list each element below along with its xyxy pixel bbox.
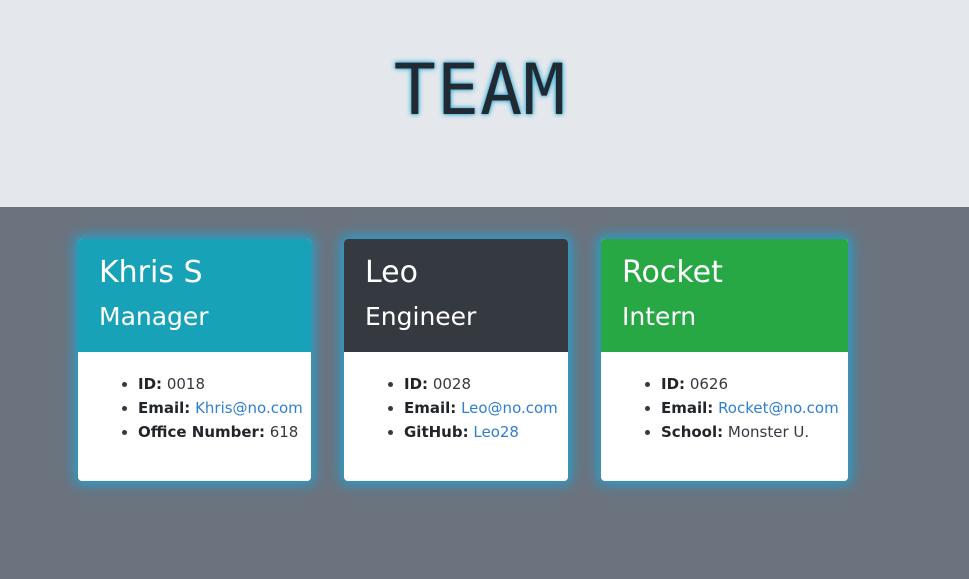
employee-card-engineer: Leo Engineer ID: 0028 Email: Leo@no.com …: [344, 239, 568, 481]
field-label: ID:: [661, 375, 686, 393]
field-label: ID:: [138, 375, 163, 393]
employee-details-list: ID: 0028 Email: Leo@no.com GitHub: Leo28: [344, 372, 568, 444]
page: TEAM Khris S Manager ID: 0018 Email: Khr…: [0, 0, 969, 579]
list-item-school: School: Monster U.: [661, 420, 848, 444]
card-body: ID: 0018 Email: Khris@no.com Office Numb…: [78, 352, 311, 444]
list-item-id: ID: 0626: [661, 372, 848, 396]
github-link[interactable]: Leo28: [473, 423, 519, 441]
field-value: 0626: [689, 375, 728, 393]
email-link[interactable]: Leo@no.com: [461, 399, 558, 417]
employee-name: Rocket: [622, 255, 723, 290]
email-link[interactable]: Khris@no.com: [195, 399, 303, 417]
list-item-email: Email: Khris@no.com: [138, 396, 311, 420]
card-body: ID: 0626 Email: Rocket@no.com School: Mo…: [601, 352, 848, 444]
card-header: Khris S Manager: [78, 239, 311, 352]
field-label: GitHub:: [404, 423, 469, 441]
email-link[interactable]: Rocket@no.com: [718, 399, 839, 417]
employee-role: Engineer: [365, 302, 477, 331]
field-label: Email:: [138, 399, 191, 417]
page-title: TEAM: [393, 49, 567, 131]
field-value: 0018: [166, 375, 205, 393]
employee-card-manager: Khris S Manager ID: 0018 Email: Khris@no…: [78, 239, 311, 481]
employee-details-list: ID: 0626 Email: Rocket@no.com School: Mo…: [601, 372, 848, 444]
card-header: Rocket Intern: [601, 239, 848, 352]
employee-role: Intern: [622, 302, 697, 331]
employee-details-list: ID: 0018 Email: Khris@no.com Office Numb…: [78, 372, 311, 444]
field-label: School:: [661, 423, 724, 441]
employee-role: Manager: [99, 302, 209, 331]
field-label: Email:: [404, 399, 457, 417]
field-label: ID:: [404, 375, 429, 393]
field-value: Monster U.: [727, 423, 810, 441]
team-header: TEAM: [0, 0, 969, 207]
list-item-office-number: Office Number: 618: [138, 420, 311, 444]
employee-card-intern: Rocket Intern ID: 0626 Email: Rocket@no.…: [601, 239, 848, 481]
employee-name: Leo: [365, 255, 418, 290]
list-item-id: ID: 0028: [404, 372, 568, 396]
card-body: ID: 0028 Email: Leo@no.com GitHub: Leo28: [344, 352, 568, 444]
employee-name: Khris S: [99, 255, 203, 290]
list-item-id: ID: 0018: [138, 372, 311, 396]
list-item-github: GitHub: Leo28: [404, 420, 568, 444]
field-value: 0028: [432, 375, 471, 393]
list-item-email: Email: Rocket@no.com: [661, 396, 848, 420]
field-value: 618: [269, 423, 299, 441]
list-item-email: Email: Leo@no.com: [404, 396, 568, 420]
card-header: Leo Engineer: [344, 239, 568, 352]
field-label: Office Number:: [138, 423, 265, 441]
field-label: Email:: [661, 399, 714, 417]
